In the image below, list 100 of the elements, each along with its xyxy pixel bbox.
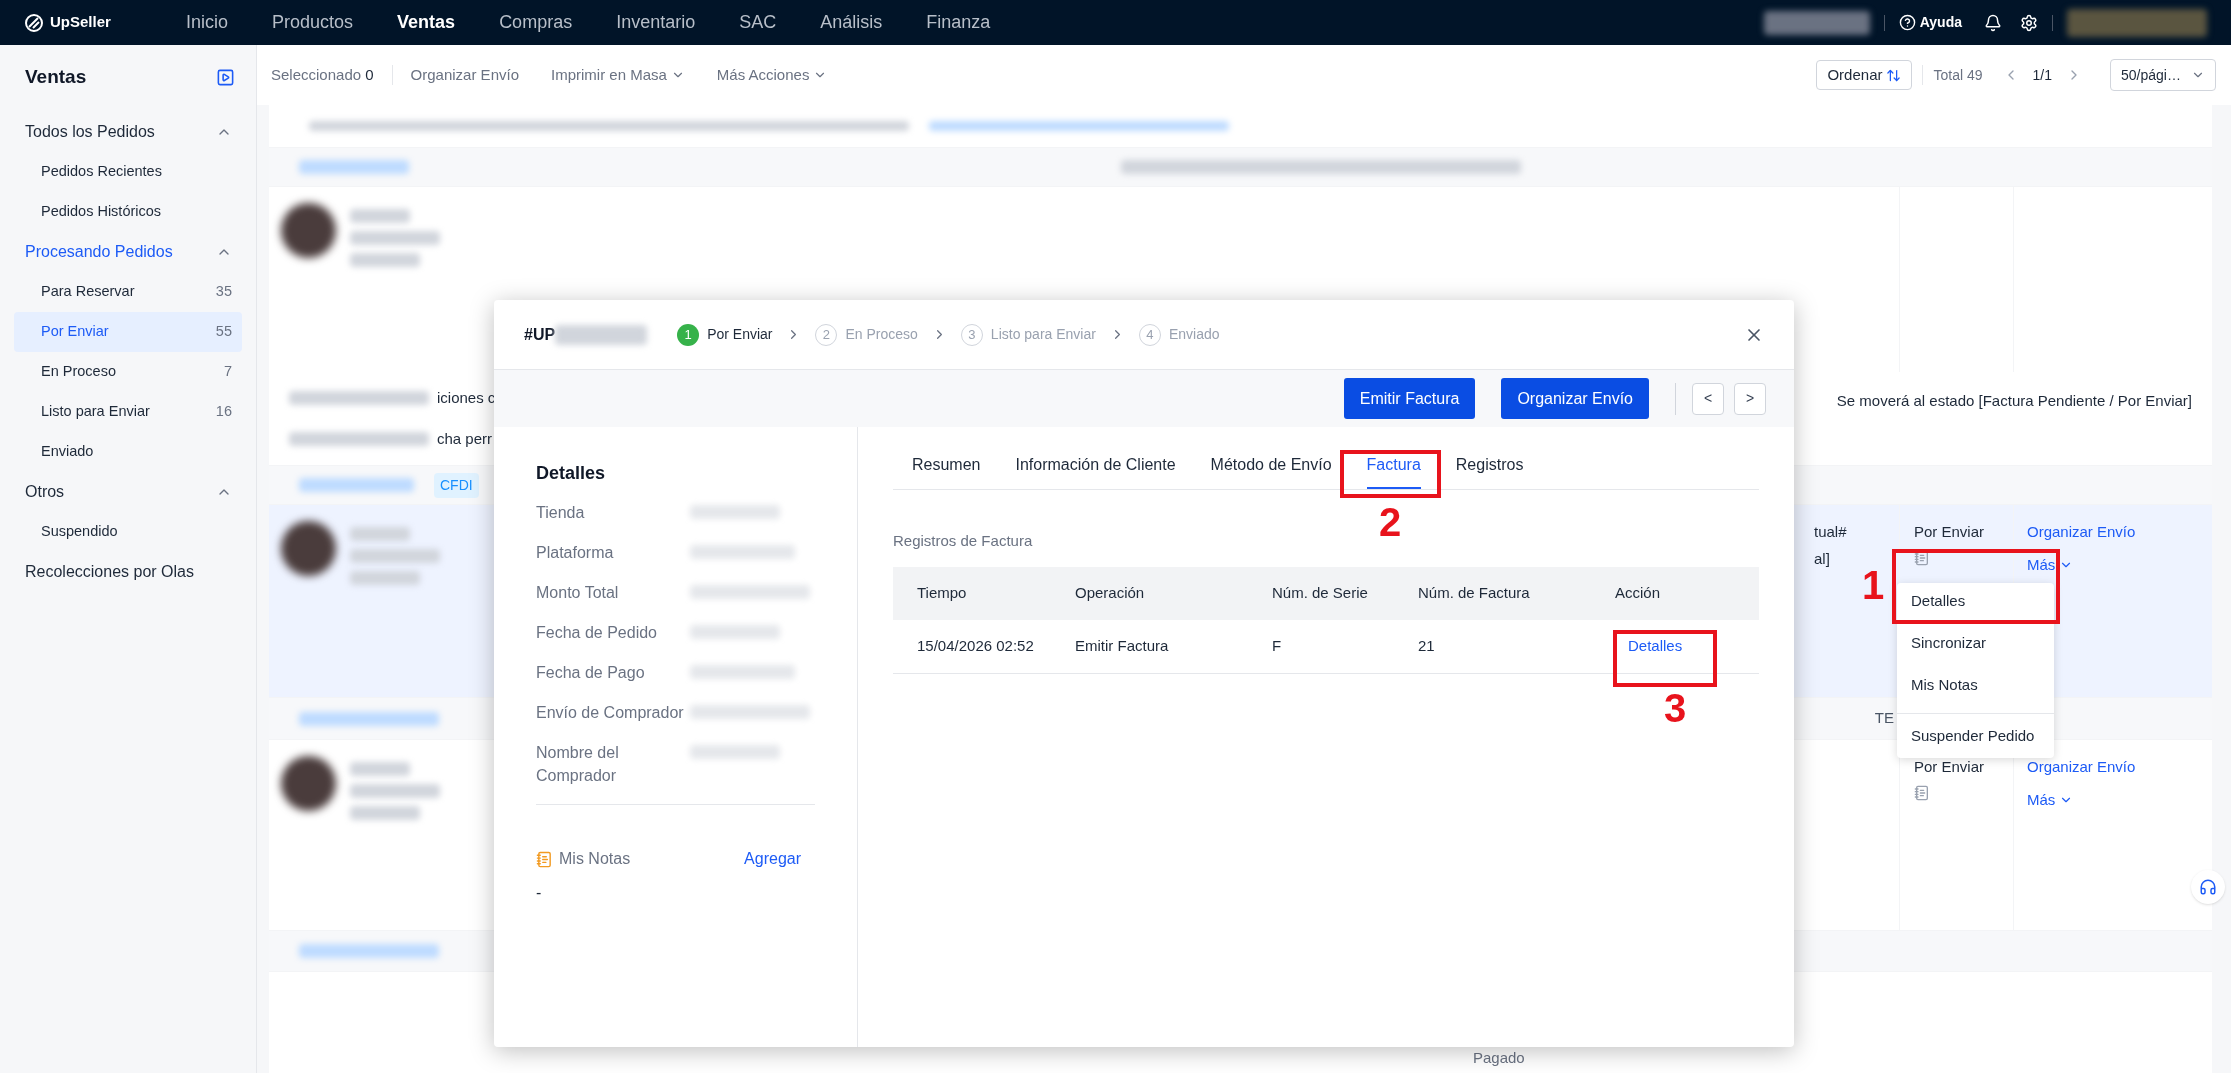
- tab[interactable]: Información de Cliente: [1015, 447, 1176, 489]
- toolbar-action[interactable]: Más Acciones: [716, 63, 828, 87]
- notice-message: Se moverá al estado [Factura Pendiente / Por Enviar]: [1836, 391, 2192, 411]
- sidebar-group[interactable]: Otros: [14, 471, 242, 512]
- step-label: Enviado: [1168, 325, 1220, 344]
- step-label: Listo para Enviar: [990, 325, 1096, 344]
- step-label: En Proceso: [845, 325, 918, 344]
- sidebar-item[interactable]: Pedidos Recientes: [14, 151, 242, 192]
- sidebar-link[interactable]: Recolecciones por Olas: [14, 551, 242, 592]
- primary-button[interactable]: Organizar Envío: [1501, 378, 1649, 419]
- support-icon[interactable]: [2199, 878, 2217, 896]
- menu-item[interactable]: Detalles: [1897, 583, 2054, 619]
- column-header: Acción: [1615, 566, 1759, 620]
- nav-tab[interactable]: Ventas: [397, 9, 456, 36]
- blurred-text: [350, 762, 410, 776]
- nav-tab[interactable]: Finanza: [926, 9, 991, 36]
- blurred-photo: [281, 756, 336, 811]
- notes-value: -: [536, 883, 543, 903]
- sidebar-item[interactable]: Pedidos Históricos: [14, 191, 242, 232]
- selected-count: Seleccionado 0: [271, 64, 374, 85]
- note-icon: [536, 850, 553, 868]
- details-link[interactable]: Detalles: [1628, 634, 1683, 658]
- tab[interactable]: Factura: [1366, 447, 1421, 489]
- logo-icon: [24, 12, 44, 33]
- sidebar-item[interactable]: Por Enviar 55: [14, 311, 242, 352]
- blurred-text: [350, 253, 420, 267]
- sort-button[interactable]: Ordenar: [1816, 60, 1913, 90]
- column-header: Tiempo: [893, 566, 1075, 620]
- detail-label: Monto Total: [536, 583, 620, 603]
- column-header: Núm. de Serie: [1272, 566, 1418, 620]
- step-number: 1: [677, 323, 700, 346]
- sidebar-group[interactable]: Todos los Pedidos: [14, 111, 242, 152]
- page-size-select[interactable]: 50/pági…: [2110, 59, 2216, 91]
- section-title: Registros de Factura: [893, 531, 1034, 551]
- order-status: Por Enviar: [1914, 522, 1986, 542]
- nav-tab[interactable]: Inventario: [616, 9, 696, 36]
- help-icon: [1898, 14, 1916, 31]
- primary-button[interactable]: Emitir Factura: [1343, 378, 1476, 419]
- table-cell: 21: [1418, 619, 1615, 674]
- blurred-photo: [281, 203, 336, 258]
- sidebar-item[interactable]: En Proceso 7: [14, 351, 242, 392]
- table-cell: Emitir Factura: [1075, 619, 1272, 674]
- annotation-number: 2: [1379, 502, 1402, 542]
- sidebar-item[interactable]: Suspendido: [14, 511, 242, 552]
- notes-title: Mis Notas: [559, 849, 631, 869]
- column-header: Operación: [1075, 566, 1272, 620]
- total-count: Total 49: [1933, 65, 1983, 85]
- note-icon[interactable]: [1914, 784, 1930, 801]
- order-number: #UP: [524, 324, 556, 345]
- toolbar-action[interactable]: Imprimir en Masa: [551, 63, 685, 87]
- blurred-text: [350, 527, 410, 541]
- sidebar-item[interactable]: Listo para Enviar 16: [14, 391, 242, 432]
- toolbar-action[interactable]: Organizar Envío: [410, 63, 519, 87]
- tab[interactable]: Resumen: [912, 447, 981, 489]
- blurred-photo: [281, 521, 336, 576]
- sidebar-group[interactable]: Procesando Pedidos: [14, 231, 242, 272]
- blurred-text: [350, 209, 410, 223]
- blurred-text: [350, 571, 420, 585]
- page-indicator: 1/1: [2032, 65, 2052, 85]
- more-dropdown[interactable]: Más: [2027, 788, 2212, 811]
- annotation-number: 1: [1862, 565, 1885, 605]
- tab[interactable]: Registros: [1455, 447, 1524, 489]
- menu-item[interactable]: Sincronizar: [1897, 625, 2054, 661]
- detail-label: Envío de Comprador: [536, 703, 685, 723]
- order-action-link[interactable]: Organizar Envío: [2027, 756, 2212, 779]
- table-cell: F: [1272, 619, 1418, 674]
- cfdi-tag: CFDI: [434, 472, 479, 498]
- step-label: Por Enviar: [707, 325, 773, 344]
- address-text: al]: [1814, 548, 1831, 569]
- sidebar-item[interactable]: Para Reservar 35: [14, 271, 242, 312]
- detail-label: Nombre del Comprador: [536, 743, 620, 786]
- menu-item[interactable]: Suspender Pedido: [1897, 718, 2054, 754]
- help-button[interactable]: Ayuda: [1898, 12, 1962, 33]
- tab[interactable]: Método de Envío: [1210, 447, 1332, 489]
- nav-tab[interactable]: SAC: [739, 9, 777, 36]
- annotation-number: 3: [1664, 688, 1687, 728]
- notification-icon[interactable]: [1984, 13, 2002, 32]
- sort-icon: [1886, 67, 1902, 83]
- settings-icon[interactable]: [2020, 13, 2038, 32]
- notice-text: iciones c: [437, 388, 496, 408]
- video-icon[interactable]: [216, 67, 235, 87]
- nav-button[interactable]: <: [1692, 382, 1724, 415]
- nav-tab[interactable]: Inicio: [186, 9, 229, 36]
- detail-label: Plataforma: [536, 543, 615, 563]
- sidebar-item[interactable]: Enviado: [14, 431, 242, 472]
- notice-text: cha perr: [437, 428, 493, 449]
- sidebar-title: Ventas: [25, 65, 87, 89]
- nav-button[interactable]: >: [1734, 382, 1766, 415]
- header-text: TE: [1874, 708, 1894, 729]
- detail-label: Fecha de Pago: [536, 663, 646, 683]
- column-header: Núm. de Factura: [1418, 566, 1615, 620]
- nav-tab[interactable]: Análisis: [820, 9, 883, 36]
- blurred-text: [350, 806, 420, 820]
- logo-text: UpSeller: [50, 12, 111, 33]
- nav-tab[interactable]: Productos: [272, 9, 354, 36]
- more-dropdown[interactable]: Más: [2027, 553, 2212, 576]
- nav-tab[interactable]: Compras: [499, 9, 573, 36]
- menu-item[interactable]: Mis Notas: [1897, 667, 2054, 703]
- order-action-link[interactable]: Organizar Envío: [2027, 521, 2212, 544]
- add-note-link[interactable]: Agregar: [744, 847, 801, 871]
